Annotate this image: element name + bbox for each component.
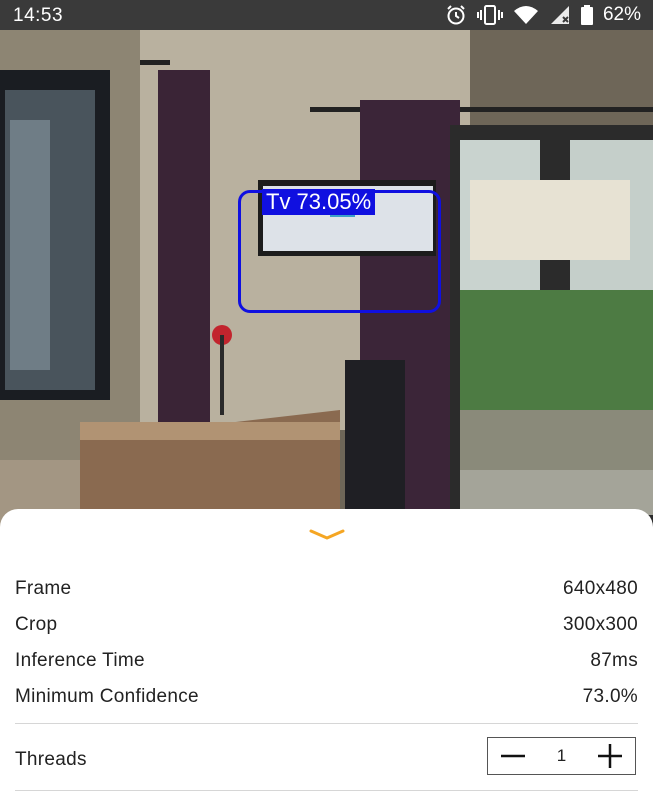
cell-signal-icon (549, 5, 571, 25)
detection-label: Tv 73.05% (262, 189, 376, 215)
battery-icon (580, 5, 593, 25)
camera-preview: Tv 73.05% (0, 30, 653, 530)
frame-value: 640x480 (562, 578, 638, 599)
status-bar: 14:53 62% (0, 0, 653, 30)
status-time: 14:53 (13, 5, 64, 26)
threads-label: Threads (15, 749, 87, 770)
inference-row: Inference Time 87ms (15, 646, 638, 676)
chevron-down-icon[interactable] (309, 527, 345, 543)
vibrate-icon (476, 5, 503, 25)
divider (15, 790, 638, 791)
crop-value: 300x300 (562, 614, 638, 635)
crop-row: Crop 300x300 (15, 610, 638, 640)
frame-row: Frame 640x480 (15, 574, 638, 604)
confidence-row: Minimum Confidence 73.0% (15, 682, 638, 712)
divider (15, 723, 638, 724)
crop-label: Crop (15, 614, 58, 635)
threads-stepper[interactable]: 1 (487, 737, 636, 775)
plus-icon[interactable] (597, 743, 623, 769)
confidence-label: Minimum Confidence (15, 686, 199, 707)
inference-value: 87ms (590, 650, 638, 671)
battery-percent: 62% (602, 4, 641, 25)
frame-label: Frame (15, 578, 72, 599)
threads-value: 1 (556, 746, 567, 765)
status-icons: 62% (445, 4, 641, 26)
confidence-value: 73.0% (582, 686, 638, 707)
wifi-icon (513, 5, 539, 25)
bottom-sheet: Frame 640x480 Crop 300x300 Inference Tim… (0, 509, 653, 800)
inference-label: Inference Time (15, 650, 145, 671)
alarm-icon (445, 4, 467, 26)
minus-icon[interactable] (500, 743, 526, 769)
